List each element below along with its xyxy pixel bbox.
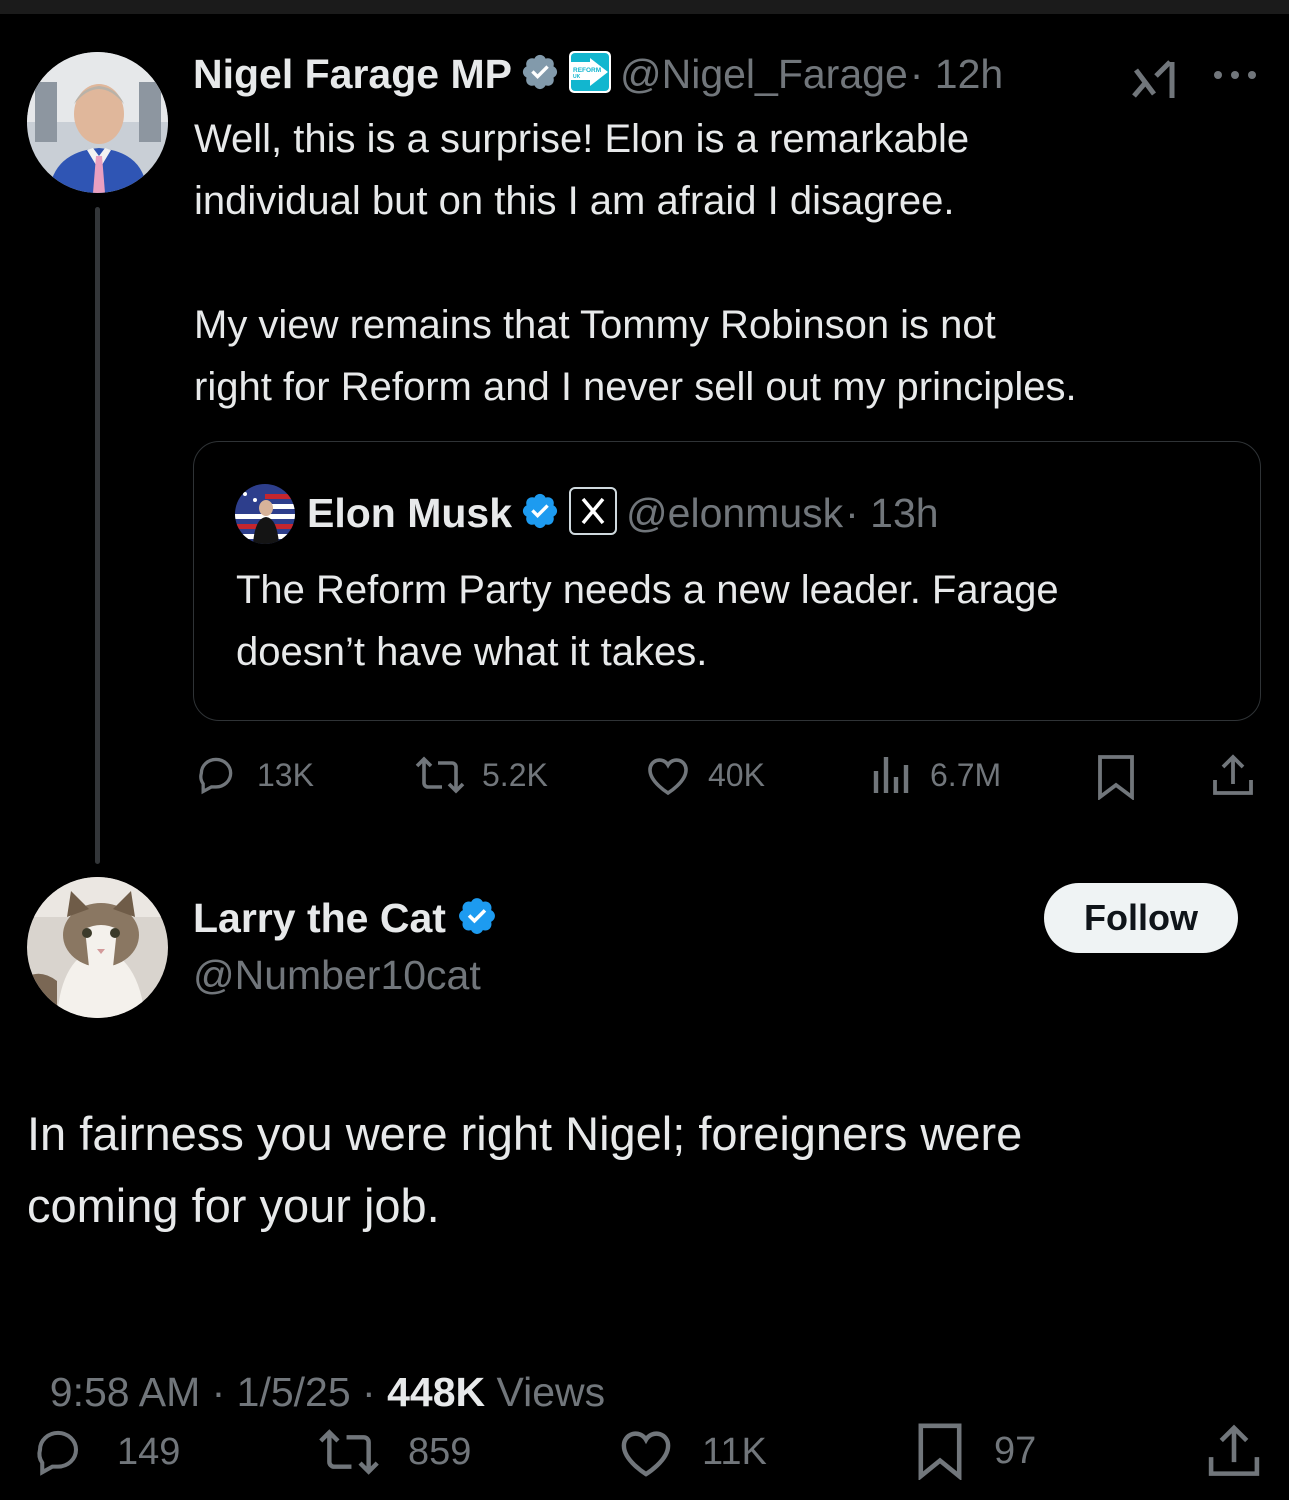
reply-reply-count: 149: [117, 1430, 181, 1473]
verified-badge-icon[interactable]: [520, 52, 560, 97]
verified-badge-icon[interactable]: [456, 895, 498, 942]
status-strip: [0, 0, 1289, 14]
verified-badge-icon[interactable]: [520, 491, 560, 536]
nigel-farage-avatar[interactable]: [27, 52, 168, 193]
follow-button[interactable]: Follow: [1044, 883, 1238, 953]
more-icon[interactable]: [1212, 68, 1258, 86]
parent-tweet-text-line1: Well, this is a surprise! Elon is a rema…: [194, 117, 970, 161]
reply-bookmark-action[interactable]: 97: [916, 1422, 1036, 1480]
elon-musk-avatar[interactable]: [235, 484, 295, 544]
reply-icon: [199, 757, 233, 795]
reply-handle[interactable]: @Number10cat: [193, 952, 481, 999]
x-logo-icon[interactable]: [568, 486, 618, 541]
parent-author-name[interactable]: Nigel Farage MP: [193, 51, 512, 98]
parent-tweet-text-line2: individual but on this I am afraid I dis…: [194, 179, 955, 223]
reply-like-action[interactable]: 11K: [616, 1424, 767, 1480]
quoted-tweet-text-line2: doesn’t have what it takes.: [236, 630, 708, 674]
reply-icon: [37, 1430, 79, 1476]
bookmark-icon: [918, 1423, 962, 1480]
grok-icon[interactable]: [1132, 58, 1184, 105]
tweet-timestamp[interactable]: 9:58 AM · 1/5/25 ·: [50, 1369, 387, 1415]
share-icon[interactable]: [1206, 1424, 1262, 1485]
svg-text:REFORM: REFORM: [573, 67, 601, 74]
larry-the-cat-avatar[interactable]: [27, 877, 168, 1018]
parent-handle[interactable]: @Nigel_Farage: [620, 51, 908, 98]
parent-like-action[interactable]: 40K: [644, 752, 765, 798]
like-icon: [621, 1431, 671, 1477]
share-icon[interactable]: [1211, 754, 1255, 803]
views-icon: [873, 757, 909, 793]
parent-author-row: Nigel Farage MP REFORM UK @Nigel_Farage ·…: [193, 48, 1003, 100]
quoted-author-row: Elon Musk @elonmusk · 13h: [307, 486, 939, 541]
reply-reply-action[interactable]: 149: [29, 1424, 180, 1480]
reply-tweet-text-line1: In fairness you were right Nigel; foreig…: [27, 1107, 1023, 1160]
thread-connector-line: [95, 207, 100, 864]
quoted-tweet-text-line1: The Reform Party needs a new leader. Far…: [236, 568, 1059, 612]
parent-reply-action[interactable]: 13K: [193, 752, 314, 798]
repost-icon: [319, 1429, 379, 1475]
repost-icon: [415, 756, 465, 794]
parent-views-count: 6.7M: [930, 756, 1002, 793]
parent-tweet-text-line4: right for Reform and I never sell out my…: [194, 365, 1077, 409]
parent-views-action[interactable]: 6.7M: [870, 752, 1001, 798]
quoted-author-name[interactable]: Elon Musk: [307, 490, 512, 537]
bookmark-icon[interactable]: [1096, 754, 1136, 805]
tweet-meta: 9:58 AM · 1/5/25 · 448K Views: [27, 1322, 605, 1416]
reply-author-row: Larry the Cat: [193, 892, 498, 944]
reply-tweet-text-line2: coming for your job.: [27, 1179, 440, 1232]
svg-text:UK: UK: [573, 74, 581, 80]
parent-repost-count: 5.2K: [482, 756, 548, 793]
tweet-views-count: 448K: [387, 1369, 486, 1415]
tweet-views-label: Views: [485, 1369, 606, 1415]
parent-reply-count: 13K: [257, 756, 314, 793]
like-icon: [648, 758, 688, 796]
reform-badge-icon[interactable]: REFORM UK: [568, 50, 612, 99]
quoted-handle[interactable]: @elonmusk: [626, 490, 843, 537]
reply-repost-action[interactable]: 859: [316, 1424, 471, 1480]
reply-like-count: 11K: [702, 1430, 767, 1473]
reply-repost-count: 859: [408, 1430, 472, 1473]
parent-repost-action[interactable]: 5.2K: [414, 752, 548, 798]
parent-like-count: 40K: [708, 756, 765, 793]
reply-author-name[interactable]: Larry the Cat: [193, 895, 446, 942]
quoted-time[interactable]: · 13h: [845, 490, 938, 537]
reply-bookmark-count: 97: [994, 1429, 1037, 1472]
parent-tweet-text-line3: My view remains that Tommy Robinson is n…: [194, 303, 996, 347]
parent-time[interactable]: · 12h: [910, 51, 1003, 98]
